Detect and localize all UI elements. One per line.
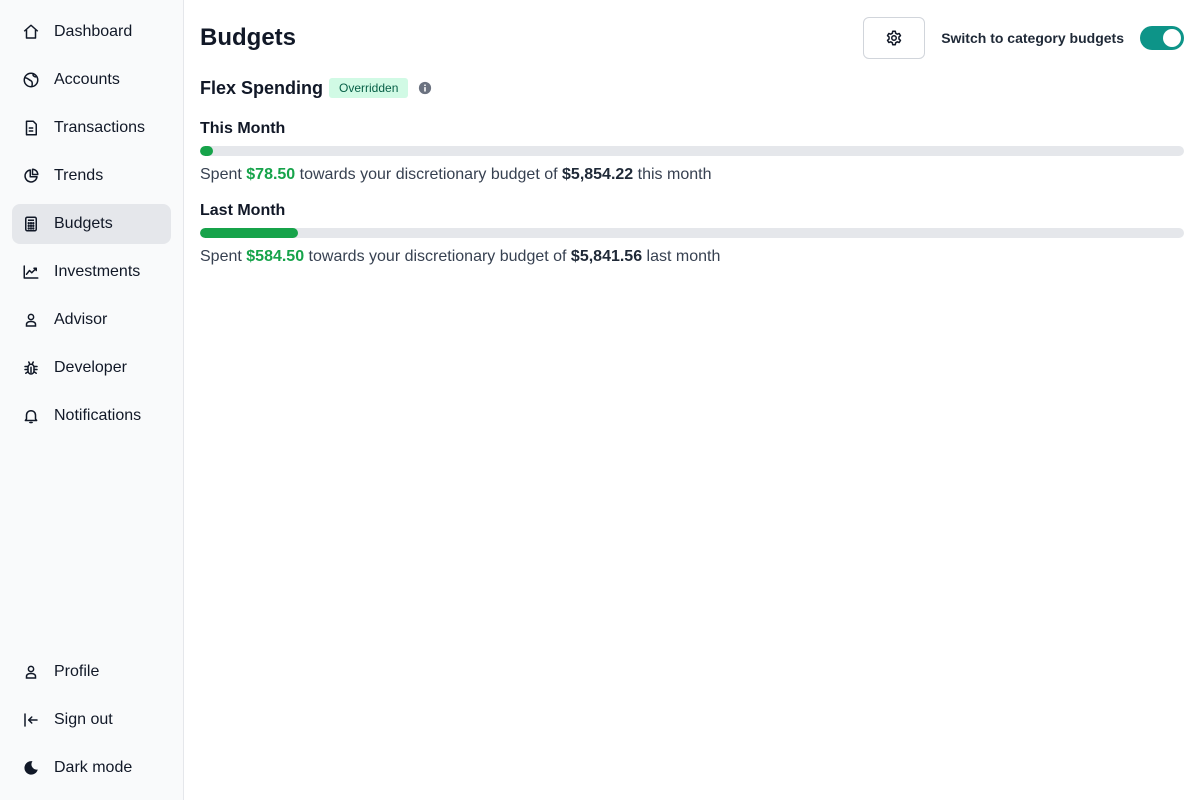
page-header: Budgets Switch to category budgets [200,0,1184,76]
document-icon [22,119,40,137]
summary-suffix: this month [633,166,712,183]
sidebar-item-profile[interactable]: Profile [12,652,171,692]
progress-track [200,146,1184,156]
sidebar-item-label: Dark mode [54,759,133,776]
calculator-icon [22,215,40,233]
spent-amount: $584.50 [246,248,305,265]
sidebar-item-label: Sign out [54,711,113,728]
toggle-label: Switch to category budgets [941,30,1124,46]
sidebar-item-sign-out[interactable]: Sign out [12,700,171,740]
sidebar-bottom-nav: Profile Sign out Dark mode [12,652,171,788]
progress-track [200,228,1184,238]
bug-icon [22,359,40,377]
sidebar-item-label: Developer [54,359,127,376]
globe-icon [22,71,40,89]
bell-icon [22,407,40,425]
settings-button[interactable] [863,17,926,59]
sidebar-item-notifications[interactable]: Notifications [12,396,171,436]
sidebar-item-transactions[interactable]: Transactions [12,108,171,148]
flex-spending-section: Flex Spending Overridden This Month Spen… [200,76,1184,266]
budget-amount: $5,841.56 [570,248,643,265]
sidebar-item-dashboard[interactable]: Dashboard [12,12,171,52]
sidebar-item-advisor[interactable]: Advisor [12,300,171,340]
flex-spending-header: Flex Spending Overridden [200,76,1184,100]
sidebar-nav: Dashboard Accounts Transactions Trends B… [12,12,171,436]
summary-prefix: Spent [200,166,247,183]
period-title: This Month [200,120,286,137]
summary-middle: towards your discretionary budget of [295,166,563,183]
summary-prefix: Spent [200,248,247,265]
sidebar-item-label: Profile [54,663,100,680]
home-icon [22,23,40,41]
summary-suffix: last month [642,248,721,265]
sidebar-item-developer[interactable]: Developer [12,348,171,388]
spent-amount: $78.50 [246,166,296,183]
summary-middle: towards your discretionary budget of [304,248,571,265]
status-badge: Overridden [329,78,409,98]
gear-icon [885,29,903,47]
sidebar: Dashboard Accounts Transactions Trends B… [0,0,184,800]
header-actions: Switch to category budgets [863,17,1184,59]
sidebar-item-label: Accounts [54,71,120,88]
moon-icon [22,759,40,777]
sidebar-item-accounts[interactable]: Accounts [12,60,171,100]
user-icon [22,311,40,329]
progress-fill [200,146,214,156]
toggle-knob [1163,29,1181,47]
sidebar-item-label: Investments [54,263,141,280]
sign-out-icon [22,711,40,729]
pie-chart-icon [22,167,40,185]
sidebar-item-label: Budgets [54,215,113,232]
sidebar-item-investments[interactable]: Investments [12,252,171,292]
user-icon [22,663,40,681]
info-icon[interactable] [418,81,432,95]
main-content: Budgets Switch to category budgets Flex … [184,0,1200,800]
section-title: Flex Spending [200,77,324,98]
page-title: Budgets [200,24,296,51]
period-title: Last Month [200,202,286,219]
sidebar-item-label: Trends [54,167,104,184]
sidebar-item-dark-mode[interactable]: Dark mode [12,748,171,788]
sidebar-item-label: Dashboard [54,23,133,40]
spending-summary: Spent $584.50 towards your discretionary… [200,248,1184,266]
spending-summary: Spent $78.50 towards your discretionary … [200,166,1184,184]
sidebar-item-label: Advisor [54,311,108,328]
this-month-block: This Month Spent $78.50 towards your dis… [200,120,1184,184]
progress-fill [200,228,299,238]
sidebar-item-trends[interactable]: Trends [12,156,171,196]
sidebar-item-budgets[interactable]: Budgets [12,204,171,244]
line-chart-icon [22,263,40,281]
sidebar-item-label: Transactions [54,119,145,136]
category-budgets-toggle[interactable] [1140,26,1184,50]
sidebar-item-label: Notifications [54,407,142,424]
budget-amount: $5,854.22 [562,166,634,183]
last-month-block: Last Month Spent $584.50 towards your di… [200,202,1184,266]
